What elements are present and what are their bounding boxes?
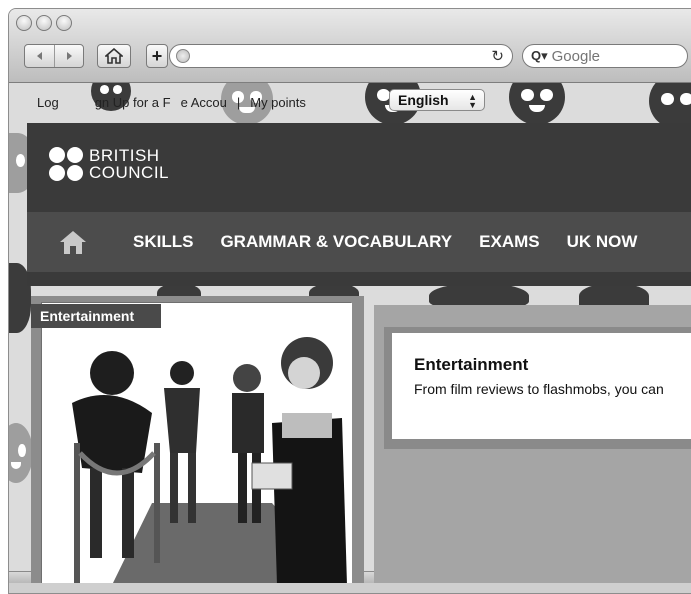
logo-line-1: BRITISH: [89, 146, 160, 165]
reload-icon[interactable]: ↻: [491, 47, 504, 65]
home-icon: [105, 48, 123, 64]
feature-photo-panel: [31, 296, 364, 583]
site-header: BRITISH COUNCIL SKILLS GRAMMAR & VOCABUL…: [27, 123, 691, 286]
nav-item-skills[interactable]: SKILLS: [133, 232, 193, 252]
nav-item-exams[interactable]: EXAMS: [479, 232, 539, 252]
language-select[interactable]: English ▲ ▼: [389, 89, 485, 111]
browser-window: + ↻ Q▾ Log gn Up for a F e A: [8, 8, 691, 594]
british-council-logo[interactable]: BRITISH COUNCIL: [49, 147, 169, 181]
search-field[interactable]: Q▾: [522, 44, 688, 68]
mascot-face-icon: [9, 423, 33, 483]
add-bookmark-icon: +: [151, 45, 163, 66]
main-navigation: SKILLS GRAMMAR & VOCABULARY EXAMS UK NOW: [27, 212, 691, 272]
feature-photo[interactable]: [41, 302, 352, 583]
feature-info-panel: Entertainment From film reviews to flash…: [374, 305, 691, 583]
search-icon: Q▾: [531, 48, 548, 63]
home-icon: [60, 231, 86, 254]
back-forward-group: [24, 44, 84, 68]
mascot-face-icon: [509, 83, 565, 125]
forward-arrow-icon[interactable]: [54, 45, 83, 67]
chevron-updown-icon: ▲ ▼: [468, 92, 477, 110]
my-points-link[interactable]: My points: [250, 95, 306, 110]
globe-icon: [176, 49, 190, 63]
browser-toolbar: + ↻ Q▾: [9, 9, 691, 83]
language-selected: English: [398, 92, 449, 108]
feature-description: From film reviews to flashmobs, you can: [414, 381, 664, 397]
logo-dots-icon: [49, 147, 83, 181]
signup-link-tail[interactable]: e Accou: [181, 95, 227, 110]
feature-card[interactable]: Entertainment From film reviews to flash…: [384, 327, 691, 449]
logo-line-2: COUNCIL: [89, 163, 170, 182]
maximize-window-button[interactable]: [56, 15, 72, 31]
people-photo-image: [42, 303, 352, 583]
address-bar[interactable]: ↻: [169, 44, 513, 68]
feature-title[interactable]: Entertainment: [414, 355, 691, 375]
back-arrow-icon[interactable]: [25, 45, 54, 67]
nav-home-button[interactable]: [27, 212, 119, 272]
home-button[interactable]: [97, 44, 131, 68]
add-bookmark-button[interactable]: +: [146, 44, 168, 68]
feature-tag[interactable]: Entertainment: [31, 304, 161, 328]
close-window-button[interactable]: [16, 15, 32, 31]
nav-item-grammar-vocabulary[interactable]: GRAMMAR & VOCABULARY: [220, 232, 452, 252]
signup-link[interactable]: gn Up for a F: [95, 95, 171, 110]
account-bar: Log gn Up for a F e Accou | My points: [37, 93, 306, 111]
nav-item-uk-now[interactable]: UK NOW: [567, 232, 638, 252]
web-page: Log gn Up for a F e Accou | My points En…: [9, 83, 691, 583]
login-link[interactable]: Log: [37, 95, 59, 110]
search-input[interactable]: [551, 47, 672, 65]
minimize-window-button[interactable]: [36, 15, 52, 31]
separator: |: [236, 94, 241, 110]
